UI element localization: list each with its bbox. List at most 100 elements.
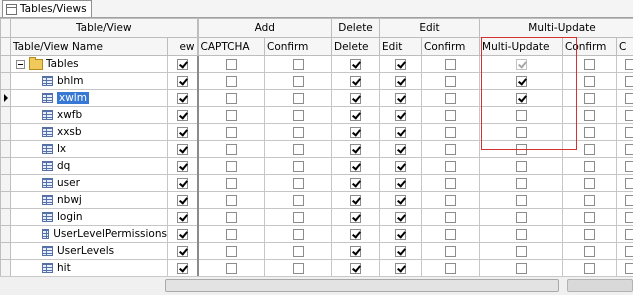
table-name[interactable]: hit (57, 262, 71, 274)
checkbox-unchecked[interactable] (584, 127, 595, 138)
table-row[interactable]: user (1, 175, 633, 192)
checkbox-checked[interactable] (516, 93, 527, 104)
table-row-root[interactable]: Tables (1, 56, 633, 73)
checkbox-checked[interactable] (177, 195, 188, 206)
checkbox-checked[interactable] (177, 110, 188, 121)
checkbox-unchecked[interactable] (516, 246, 527, 257)
row-header[interactable] (1, 192, 11, 209)
checkbox-unchecked[interactable] (293, 93, 304, 104)
checkbox-unchecked[interactable] (625, 76, 633, 87)
checkbox-unchecked[interactable] (445, 144, 456, 155)
checkbox-checked[interactable] (177, 178, 188, 189)
checkbox-unchecked[interactable] (226, 195, 237, 206)
column-header-add-confirm[interactable]: Confirm (265, 38, 332, 56)
column-header-multi-update-confirm[interactable]: Confirm (563, 38, 617, 56)
checkbox-checked[interactable] (395, 178, 406, 189)
checkbox-unchecked[interactable] (226, 93, 237, 104)
column-header-captcha[interactable]: CAPTCHA (198, 38, 265, 56)
checkbox-checked[interactable] (395, 161, 406, 172)
checkbox-checked[interactable] (516, 76, 527, 87)
checkbox-unchecked[interactable] (584, 161, 595, 172)
checkbox-unchecked[interactable] (445, 263, 456, 274)
table-row[interactable]: hit (1, 260, 633, 277)
table-row[interactable]: lx (1, 141, 633, 158)
checkbox-unchecked[interactable] (584, 76, 595, 87)
checkbox-unchecked[interactable] (445, 229, 456, 240)
checkbox-unchecked[interactable] (584, 178, 595, 189)
table-row[interactable]: UserLevelPermissions (1, 226, 633, 243)
column-header-multi-update[interactable]: Multi-Update (480, 38, 563, 56)
table-name[interactable]: bhlm (57, 75, 83, 87)
row-header[interactable] (1, 141, 11, 158)
checkbox-unchecked[interactable] (584, 246, 595, 257)
checkbox-unchecked[interactable] (226, 229, 237, 240)
checkbox-unchecked[interactable] (293, 161, 304, 172)
table-row[interactable]: UserLevels (1, 243, 633, 260)
checkbox-unchecked[interactable] (625, 110, 633, 121)
table-name[interactable]: lx (57, 143, 66, 155)
checkbox-unchecked[interactable] (625, 229, 633, 240)
checkbox-checked[interactable] (350, 93, 361, 104)
row-header[interactable] (1, 124, 11, 141)
checkbox-unchecked[interactable] (584, 212, 595, 223)
row-header[interactable] (1, 243, 11, 260)
table-name[interactable]: xxsb (57, 126, 82, 138)
column-header-edit-confirm[interactable]: Confirm (422, 38, 480, 56)
checkbox-unchecked[interactable] (625, 178, 633, 189)
row-header[interactable] (1, 226, 11, 243)
checkbox-checked[interactable] (395, 212, 406, 223)
row-header[interactable] (1, 175, 11, 192)
checkbox-checked[interactable] (177, 246, 188, 257)
table-row[interactable]: nbwj (1, 192, 633, 209)
row-header[interactable] (1, 107, 11, 124)
checkbox-unchecked[interactable] (445, 246, 456, 257)
checkbox-checked[interactable] (395, 76, 406, 87)
checkbox-checked[interactable] (350, 229, 361, 240)
checkbox-unchecked[interactable] (516, 127, 527, 138)
tab-tables-views[interactable]: Tables/Views (2, 0, 92, 17)
checkbox-checked[interactable] (395, 144, 406, 155)
checkbox-checked[interactable] (350, 59, 361, 70)
checkbox-checked[interactable] (177, 263, 188, 274)
checkbox-unchecked[interactable] (584, 263, 595, 274)
checkbox-checked[interactable] (350, 263, 361, 274)
checkbox-checked[interactable] (350, 110, 361, 121)
checkbox-unchecked[interactable] (625, 263, 633, 274)
scrollbar-track-segment[interactable] (567, 279, 633, 292)
checkbox-unchecked[interactable] (445, 161, 456, 172)
checkbox-unchecked[interactable] (625, 212, 633, 223)
checkbox-unchecked[interactable] (584, 110, 595, 121)
row-header[interactable] (1, 260, 11, 277)
checkbox-checked[interactable] (350, 161, 361, 172)
checkbox-unchecked[interactable] (293, 127, 304, 138)
table-row[interactable]: xxsb (1, 124, 633, 141)
checkbox-unchecked[interactable] (293, 263, 304, 274)
checkbox-unchecked[interactable] (445, 93, 456, 104)
row-header[interactable] (1, 209, 11, 226)
checkbox-unchecked[interactable] (293, 110, 304, 121)
column-header-delete[interactable]: Delete (332, 38, 380, 56)
checkbox-unchecked[interactable] (445, 110, 456, 121)
checkbox-unchecked[interactable] (293, 59, 304, 70)
checkbox-unchecked[interactable] (293, 76, 304, 87)
table-row[interactable]: login (1, 209, 633, 226)
table-row[interactable]: xwfb (1, 107, 633, 124)
checkbox-unchecked[interactable] (584, 144, 595, 155)
checkbox-unchecked[interactable] (445, 178, 456, 189)
checkbox-unchecked[interactable] (516, 178, 527, 189)
checkbox-unchecked[interactable] (293, 144, 304, 155)
checkbox-checked[interactable] (395, 110, 406, 121)
checkbox-checked[interactable] (395, 93, 406, 104)
checkbox-unchecked[interactable] (226, 59, 237, 70)
checkbox-unchecked[interactable] (516, 229, 527, 240)
checkbox-checked[interactable] (177, 229, 188, 240)
checkbox-unchecked[interactable] (625, 93, 633, 104)
checkbox-checked[interactable] (395, 263, 406, 274)
column-header-view[interactable]: ew (168, 38, 198, 56)
checkbox-unchecked[interactable] (226, 127, 237, 138)
checkbox-checked[interactable] (395, 229, 406, 240)
checkbox-unchecked[interactable] (293, 246, 304, 257)
column-header-table-view-name[interactable]: Table/View Name (11, 38, 168, 56)
table-row[interactable]: dq (1, 158, 633, 175)
horizontal-scrollbar[interactable] (0, 276, 633, 295)
